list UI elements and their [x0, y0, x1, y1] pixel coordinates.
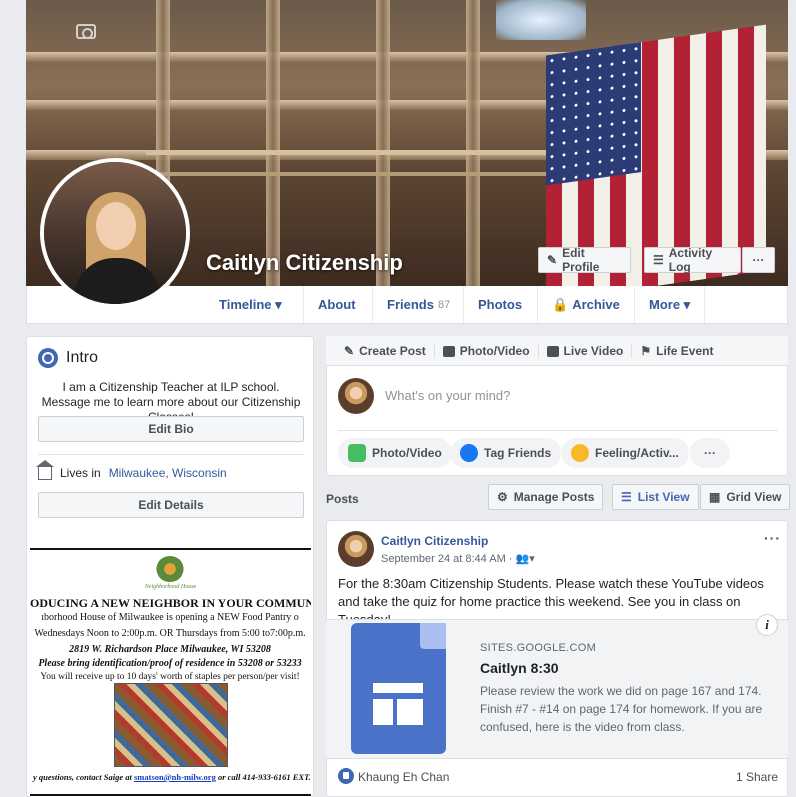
truss [146, 150, 566, 176]
friends-count: 87 [437, 298, 451, 311]
composer-tabs: ✎ Create Post Photo/Video Live Video ⚑ Lif… [336, 344, 721, 358]
globe-icon [38, 348, 58, 368]
grid-icon: ▦ [709, 490, 721, 504]
flag-icon: ⚑ [640, 344, 652, 358]
google-sites-icon [351, 623, 446, 754]
profile-picture[interactable] [40, 158, 190, 308]
live-video-label: Live Video [563, 344, 624, 358]
link-title[interactable]: Caitlyn 8:30 [480, 660, 559, 676]
video-icon [546, 345, 559, 357]
life-event-label: Life Event [656, 344, 714, 358]
like-reaction-icon [338, 768, 354, 784]
profile-name[interactable]: Caitlyn Citizenship [206, 250, 403, 276]
avatar[interactable] [338, 378, 374, 414]
edit-details-button[interactable]: Edit Details [38, 492, 304, 518]
reactions-list[interactable]: Khaung Eh Chan [358, 770, 449, 784]
column [266, 0, 280, 286]
neighborhood-house-logo [156, 556, 184, 582]
flyer-line: Please bring identification/proof of res… [38, 658, 302, 669]
live-video-tab[interactable]: Live Video [539, 344, 633, 358]
life-event-tab[interactable]: ⚑ Life Event [632, 344, 721, 358]
activity-log-button[interactable]: ☰ Activity Log [644, 246, 741, 274]
tab-archive[interactable]: 🔒 Archive [537, 286, 634, 323]
flyer-line: ıborhood House of Milwaukee is opening a… [41, 612, 299, 623]
camera-icon [442, 345, 455, 357]
divider [38, 454, 304, 455]
flyer-headline: TRODUCING A NEW NEIGHBOR IN YOUR COMMUNI… [30, 596, 311, 610]
tag-friends-label: Tag Friends [484, 446, 552, 460]
link-domain: SITES.GOOGLE.COM [480, 642, 597, 654]
list-icon: ☰ [621, 490, 632, 504]
post-input[interactable]: What's on your mind? [385, 388, 510, 403]
tab-more[interactable]: More ▾ [634, 286, 706, 323]
posts-heading: Posts [326, 492, 359, 506]
intro-title: Intro [66, 349, 99, 366]
divider [30, 794, 311, 796]
create-post-label: Create Post [359, 344, 426, 358]
list-icon: ☰ [653, 253, 664, 267]
column [376, 0, 390, 286]
post-options-button[interactable]: ··· [764, 530, 781, 546]
tab-archive-label: Archive [572, 297, 620, 312]
post-timestamp[interactable]: September 24 at 8:44 AM · 👥▾ [381, 552, 535, 565]
photo-video-tab[interactable]: Photo/Video [435, 344, 539, 358]
photo-video-pill-label: Photo/Video [372, 446, 442, 460]
photo-video-button[interactable]: Photo/Video [338, 438, 452, 468]
tab-about[interactable]: About [303, 286, 370, 323]
home-icon [36, 459, 54, 480]
lock-icon: 🔒 [552, 296, 569, 312]
featured-photo-flyer[interactable]: Neighborhood House TRODUCING A NEW NEIGH… [30, 548, 311, 797]
grid-view-button[interactable]: ▦ Grid View [700, 484, 791, 510]
intro-header: Intro [38, 348, 98, 368]
flyer-line: You will receive up to 10 days' worth of… [40, 672, 300, 682]
flyer-contact: y questions, contact Saige at smatson@nh… [30, 772, 311, 782]
list-view-label: List View [637, 490, 690, 504]
more-composer-button[interactable]: ··· [690, 438, 730, 468]
activity-log-label: Activity Log [668, 246, 713, 274]
photo-icon [348, 444, 366, 462]
column [466, 0, 480, 286]
flyer-line: Wednesdays Noon to 2:00p.m. OR Thursdays… [34, 628, 306, 639]
pencil-icon: ✎ [547, 253, 558, 267]
skylight [496, 0, 586, 40]
tab-timeline[interactable]: Timeline ▾ [205, 286, 296, 323]
flyer-line: 2819 W. Richardson Place Milwaukee, WI 5… [69, 644, 271, 655]
settings-icon: ⚙ [497, 490, 508, 504]
grid-view-label: Grid View [726, 490, 782, 504]
feeling-activity-button[interactable]: Feeling/Activ... [561, 438, 689, 468]
lives-prefix: Lives in [60, 466, 101, 480]
camera-icon[interactable] [76, 24, 96, 39]
lives-place-link[interactable]: Milwaukee, Wisconsin [109, 466, 227, 480]
info-icon[interactable]: i [756, 614, 778, 636]
edit-profile-label: Edit Profile [562, 246, 600, 274]
divider [338, 430, 778, 431]
flyer-contact-suffix: or call 414-933-6161 EXT. 1 [217, 772, 311, 782]
tab-photos[interactable]: Photos [463, 286, 536, 323]
manage-posts-button[interactable]: ⚙ Manage Posts [488, 484, 604, 510]
pencil-icon: ✎ [344, 344, 355, 358]
link-description: Please review the work we did on page 16… [480, 684, 763, 734]
more-options-button[interactable]: ··· [742, 247, 775, 273]
feeling-label: Feeling/Activ... [595, 446, 679, 460]
flyer-email: smatson@nh-milw.org [134, 772, 216, 782]
post-author[interactable]: Caitlyn Citizenship [381, 534, 488, 548]
flyer-contact-prefix: y questions, contact Saige at [32, 772, 132, 782]
tag-friends-button[interactable]: Tag Friends [450, 438, 562, 468]
smiley-icon [571, 444, 589, 462]
logo-text: Neighborhood House [144, 584, 197, 590]
avatar[interactable] [338, 531, 374, 567]
list-view-button[interactable]: ☰ List View [612, 484, 699, 510]
tab-friends-label: Friends [387, 297, 434, 312]
lives-in: Lives in Milwaukee, Wisconsin [36, 459, 227, 480]
shares-count[interactable]: 1 Share [736, 770, 778, 784]
edit-bio-button[interactable]: Edit Bio [38, 416, 304, 442]
edit-profile-button[interactable]: ✎ Edit Profile [538, 246, 631, 274]
create-post-tab[interactable]: ✎ Create Post [336, 344, 435, 358]
manage-posts-label: Manage Posts [513, 490, 595, 504]
photo-video-label: Photo/Video [459, 344, 530, 358]
tab-friends[interactable]: Friends 87 [372, 286, 464, 323]
pantry-photo [114, 683, 228, 767]
tag-icon [460, 444, 478, 462]
